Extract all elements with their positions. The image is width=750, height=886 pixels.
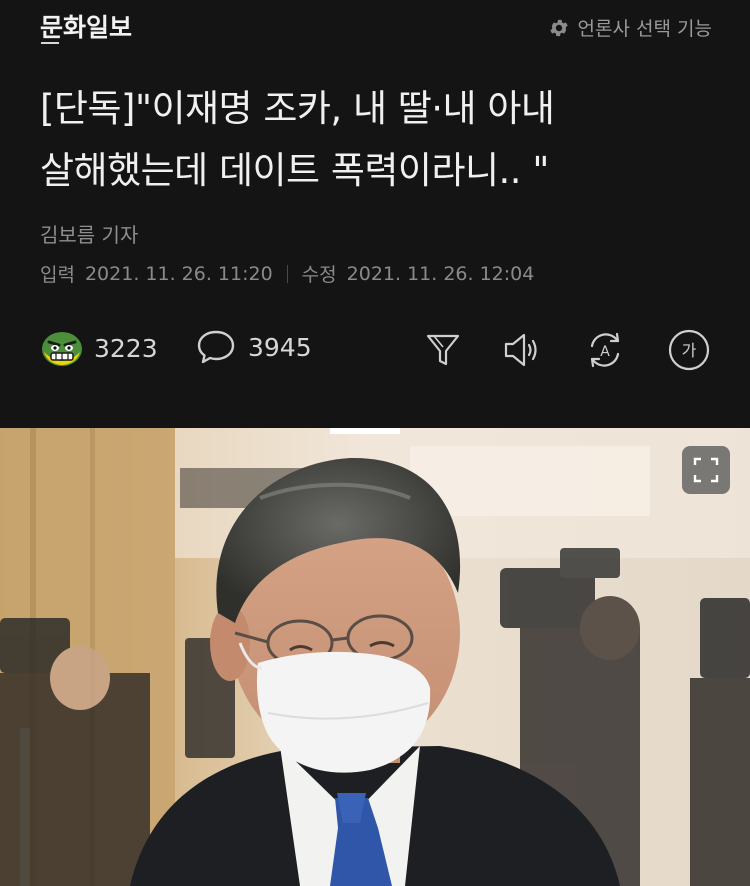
press-logo[interactable]: 문화일보: [40, 8, 132, 44]
input-date: 2021. 11. 26. 11:20: [84, 262, 273, 285]
reaction-count: 3223: [94, 333, 158, 363]
font-size-icon[interactable]: 가: [667, 328, 711, 372]
press-select-label: 언론사 선택 기능: [577, 18, 712, 40]
logo-underline: [41, 42, 59, 44]
font-size-glyph: 가: [682, 341, 697, 360]
article-headline: [단독]"이재명 조카, 내 딸·내 아내 살해했는데 데이트 폭력이라니.. …: [40, 78, 720, 202]
article-photo-image: [0, 428, 750, 886]
article-action-bar: 3223 3945 A 가: [0, 320, 750, 380]
translate-glyph: A: [600, 344, 610, 360]
comment-count: 3945: [248, 332, 312, 362]
press-select-button[interactable]: 언론사 선택 기능: [548, 14, 712, 41]
modified-date-label: 수정: [301, 264, 337, 286]
reporter-name[interactable]: 김보름 기자: [40, 219, 138, 248]
expand-photo-button[interactable]: [682, 446, 730, 494]
date-divider: [286, 264, 288, 283]
summary-funnel-icon[interactable]: [421, 328, 465, 372]
reaction-button[interactable]: 3223: [40, 328, 158, 368]
speaker-icon[interactable]: [500, 328, 544, 372]
speech-bubble-icon: [196, 328, 236, 366]
top-header: 문화일보 언론사 선택 기능: [0, 0, 750, 56]
fullscreen-icon: [693, 457, 719, 483]
article-photo[interactable]: [0, 428, 750, 886]
gear-icon: [548, 17, 570, 39]
article-dates: 입력 2021. 11. 26. 11:20 수정 2021. 11. 26. …: [40, 260, 534, 287]
comment-button[interactable]: 3945: [196, 328, 312, 366]
modified-date: 2021. 11. 26. 12:04: [346, 262, 535, 285]
input-date-label: 입력: [40, 264, 75, 286]
headline-line-1: [단독]"이재명 조카, 내 딸·내 아내: [40, 87, 555, 130]
headline-line-2: 살해했는데 데이트 폭력이라니.. ": [40, 149, 549, 192]
angry-face-icon: [40, 328, 84, 368]
translate-icon[interactable]: A: [583, 328, 627, 372]
